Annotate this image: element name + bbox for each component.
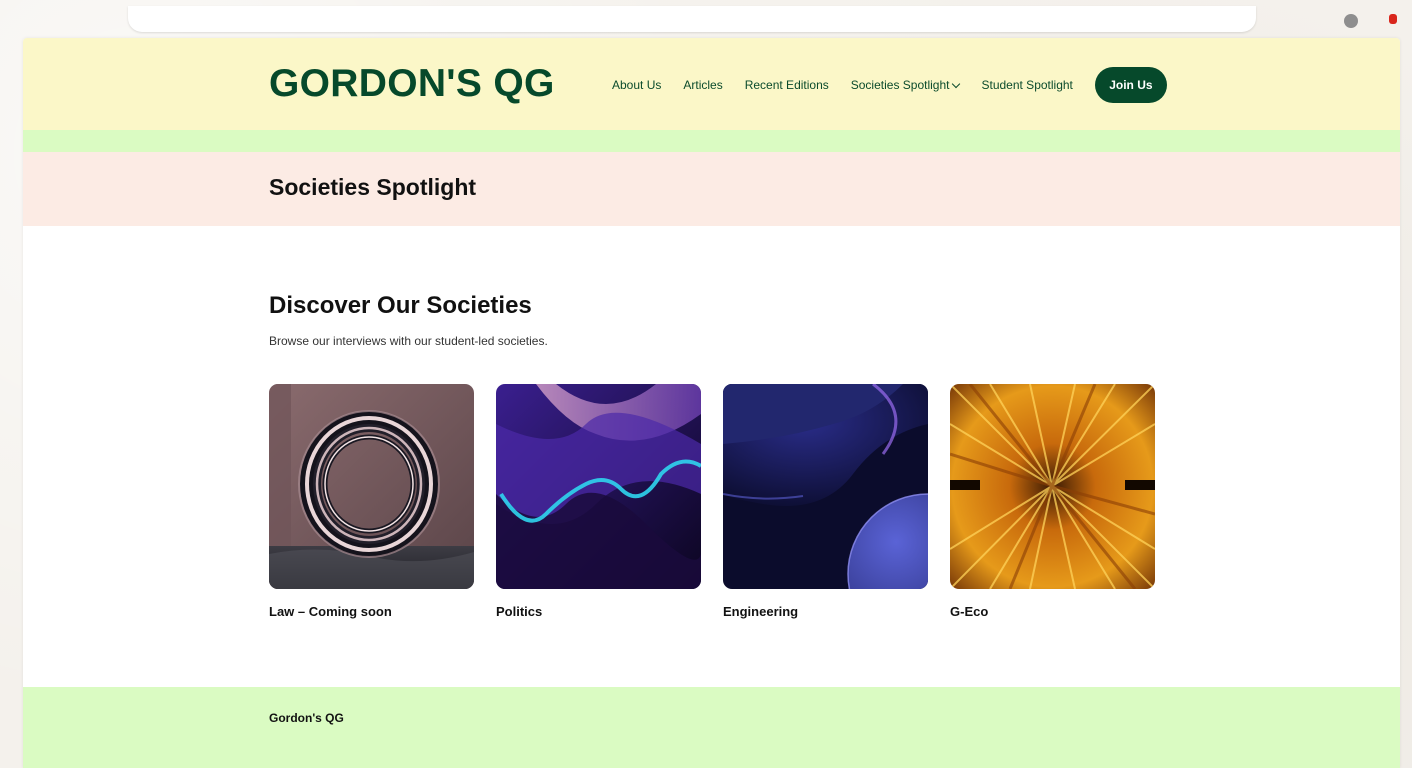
purple-waves-image[interactable] xyxy=(496,384,701,589)
nav-societies-spotlight[interactable]: Societies Spotlight xyxy=(850,78,961,92)
main-nav: About Us Articles Recent Editions Societ… xyxy=(612,67,1167,103)
nav-articles[interactable]: Articles xyxy=(683,78,722,92)
society-card-g-eco[interactable]: G-Eco xyxy=(950,384,1155,619)
nav-about-us[interactable]: About Us xyxy=(612,78,661,92)
nav-societies-spotlight-label: Societies Spotlight xyxy=(850,78,950,92)
society-card-label[interactable]: Engineering xyxy=(723,604,928,619)
society-card-label[interactable]: G-Eco xyxy=(950,604,1155,619)
section-subtitle: Browse our interviews with our student-l… xyxy=(269,334,548,348)
nav-student-spotlight[interactable]: Student Spotlight xyxy=(981,78,1072,92)
society-card-engineering[interactable]: Engineering xyxy=(723,384,928,619)
society-card-law[interactable]: Law – Coming soon xyxy=(269,384,474,619)
society-card-politics[interactable]: Politics xyxy=(496,384,701,619)
orange-burst-image[interactable] xyxy=(950,384,1155,589)
society-card-label[interactable]: Law – Coming soon xyxy=(269,604,474,619)
nav-recent-editions-label: Recent Editions xyxy=(744,78,829,92)
nav-student-spotlight-label: Student Spotlight xyxy=(981,78,1073,92)
chevron-down-icon xyxy=(952,79,961,88)
browser-profile-icon[interactable] xyxy=(1344,14,1358,28)
nav-recent-editions[interactable]: Recent Editions xyxy=(745,78,829,92)
ring-sculpture-image[interactable] xyxy=(269,384,474,589)
site-header: GORDON'S QG About Us Articles Recent Edi… xyxy=(23,38,1400,130)
header-divider-strip xyxy=(23,130,1400,152)
site-logo[interactable]: GORDON'S QG xyxy=(269,62,555,106)
join-us-button[interactable]: Join Us xyxy=(1094,67,1167,103)
nav-about-us-label: About Us xyxy=(612,78,662,92)
blue-spheres-image[interactable] xyxy=(723,384,928,589)
nav-articles-label: Articles xyxy=(683,78,723,92)
browser-extension-icon[interactable] xyxy=(1389,14,1397,24)
site-footer: Gordon's QG xyxy=(23,687,1400,768)
section-title: Discover Our Societies xyxy=(269,292,532,319)
society-card-list: Law – Coming soon Politics Engineering G… xyxy=(269,384,1155,619)
page-title: Societies Spotlight xyxy=(269,174,477,200)
society-card-label[interactable]: Politics xyxy=(496,604,701,619)
page-title-band: Societies Spotlight xyxy=(23,152,1400,226)
footer-site-name[interactable]: Gordon's QG xyxy=(269,711,344,725)
web-page: GORDON'S QG About Us Articles Recent Edi… xyxy=(23,38,1400,768)
browser-address-bar[interactable] xyxy=(128,6,1256,32)
